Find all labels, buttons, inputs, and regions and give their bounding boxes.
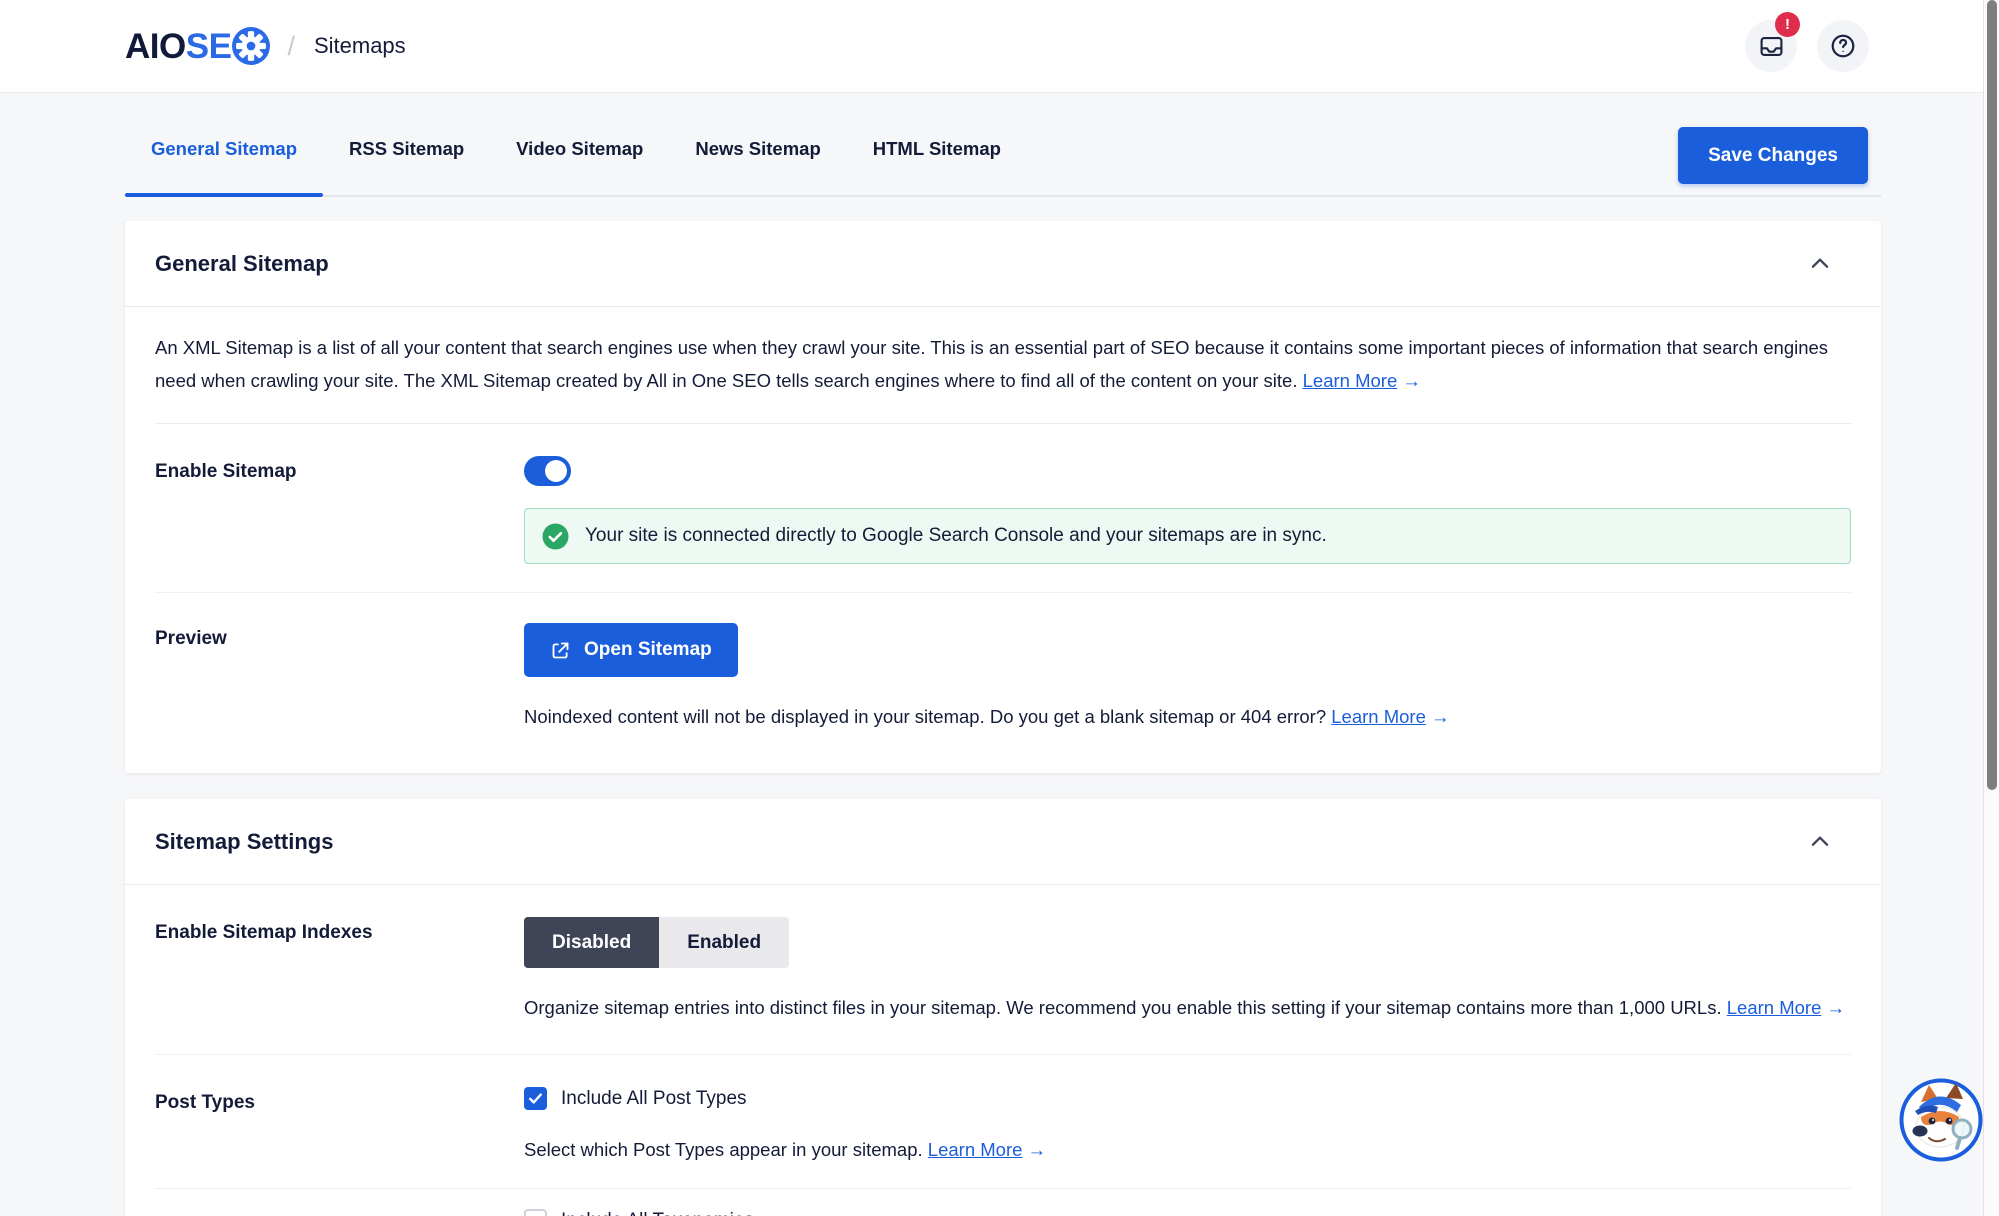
check-circle-icon [542,523,569,550]
breadcrumb: Sitemaps [314,33,406,59]
aioseo-dog-mascot[interactable] [1899,1078,1983,1162]
collapse-general-sitemap-button[interactable] [1803,247,1837,281]
general-sitemap-card: General Sitemap An XML Sitemap is a list… [125,221,1881,773]
learn-more-link-intro[interactable]: Learn More [1303,370,1398,391]
enable-sitemap-row: Enable Sitemap Your site is connected di… [155,424,1851,593]
post-types-row: Post Types Include All Post Types Select… [155,1055,1851,1189]
scrollbar-thumb[interactable] [1987,0,1997,790]
chevron-up-icon [1807,829,1833,855]
enable-sitemap-label: Enable Sitemap [155,456,524,564]
include-all-taxonomies-label: Include All Taxonomies [561,1210,754,1216]
sitemap-settings-card-header: Sitemap Settings [125,799,1881,885]
chevron-up-icon [1807,251,1833,277]
post-types-label: Post Types [155,1087,524,1166]
general-sitemap-card-body: An XML Sitemap is a list of all your con… [125,307,1881,773]
card-title-sitemap-settings: Sitemap Settings [155,829,333,855]
tab-html-sitemap[interactable]: HTML Sitemap [847,138,1027,195]
open-sitemap-button-label: Open Sitemap [584,639,712,661]
learn-more-link-indexes[interactable]: Learn More [1727,997,1822,1018]
tab-video-sitemap[interactable]: Video Sitemap [490,138,669,195]
gsc-sync-alert: Your site is connected directly to Googl… [524,508,1851,564]
sitemap-settings-card: Sitemap Settings Enable Sitemap Indexes … [125,799,1881,1216]
notification-badge: ! [1775,12,1800,37]
enable-sitemap-indexes-row: Enable Sitemap Indexes Disabled Enabled … [155,885,1851,1055]
aioseo-logo[interactable]: AIOSE [125,27,270,65]
tab-general-sitemap[interactable]: General Sitemap [125,138,323,195]
main-content: General Sitemap RSS Sitemap Video Sitema… [125,92,1881,1216]
tabs-nav: General Sitemap RSS Sitemap Video Sitema… [125,92,1881,195]
segment-disabled[interactable]: Disabled [524,917,659,968]
include-all-post-types-checkbox[interactable] [524,1087,547,1110]
save-changes-button[interactable]: Save Changes [1678,127,1868,184]
tab-rss-sitemap[interactable]: RSS Sitemap [323,138,490,195]
collapse-sitemap-settings-button[interactable] [1803,825,1837,859]
taxonomies-label: Taxonomies [155,1209,524,1216]
notifications-button[interactable]: ! [1745,20,1797,72]
card-title-general-sitemap: General Sitemap [155,251,329,277]
learn-more-link-post-types[interactable]: Learn More [928,1139,1023,1160]
scrollbar[interactable] [1983,0,1999,1216]
tab-news-sitemap[interactable]: News Sitemap [669,138,846,195]
include-all-taxonomies-checkbox[interactable] [524,1209,547,1216]
gsc-sync-alert-text: Your site is connected directly to Googl… [585,525,1327,547]
question-mark-icon [1829,32,1857,60]
general-sitemap-card-header: General Sitemap [125,221,1881,307]
sitemap-settings-card-body: Enable Sitemap Indexes Disabled Enabled … [125,885,1881,1216]
logo-text: AIOSE [125,29,231,64]
toggle-knob [545,460,567,482]
preview-label: Preview [155,623,524,733]
open-sitemap-button[interactable]: Open Sitemap [524,623,738,677]
enable-sitemap-indexes-label: Enable Sitemap Indexes [155,917,524,1024]
external-link-icon [550,640,571,661]
sitemap-indexes-segmented-control: Disabled Enabled [524,917,789,968]
preview-description: Noindexed content will not be displayed … [524,700,1851,733]
tab-bar: General Sitemap RSS Sitemap Video Sitema… [125,92,1881,197]
post-types-description: Select which Post Types appear in your s… [524,1133,1851,1166]
preview-row: Preview Open Sitemap Noindexed content w… [155,593,1851,773]
sitemap-indexes-description: Organize sitemap entries into distinct f… [524,991,1851,1024]
app-header: AIOSE / Sitemaps ! [0,0,1999,92]
gear-icon [232,27,270,65]
breadcrumb-separator: / [287,31,295,62]
enable-sitemap-toggle[interactable] [524,456,571,486]
intro-text: An XML Sitemap is a list of all your con… [155,337,1828,391]
include-all-post-types-label: Include All Post Types [561,1088,747,1110]
inbox-icon [1758,33,1785,60]
arrow-right-icon: → [1028,1139,1047,1160]
general-sitemap-intro: An XML Sitemap is a list of all your con… [155,307,1851,424]
taxonomies-row: Taxonomies Include All Taxonomies [155,1189,1851,1216]
segment-enabled[interactable]: Enabled [659,917,789,968]
learn-more-link-preview[interactable]: Learn More [1331,706,1426,727]
checkmark-icon [527,1090,544,1107]
arrow-right-icon: → [1827,997,1846,1018]
arrow-right-icon: → [1402,370,1421,391]
arrow-right-icon: → [1431,706,1450,727]
dog-mascot-icon [1899,1078,1983,1162]
help-button[interactable] [1817,20,1869,72]
header-actions: ! [1745,20,1869,72]
